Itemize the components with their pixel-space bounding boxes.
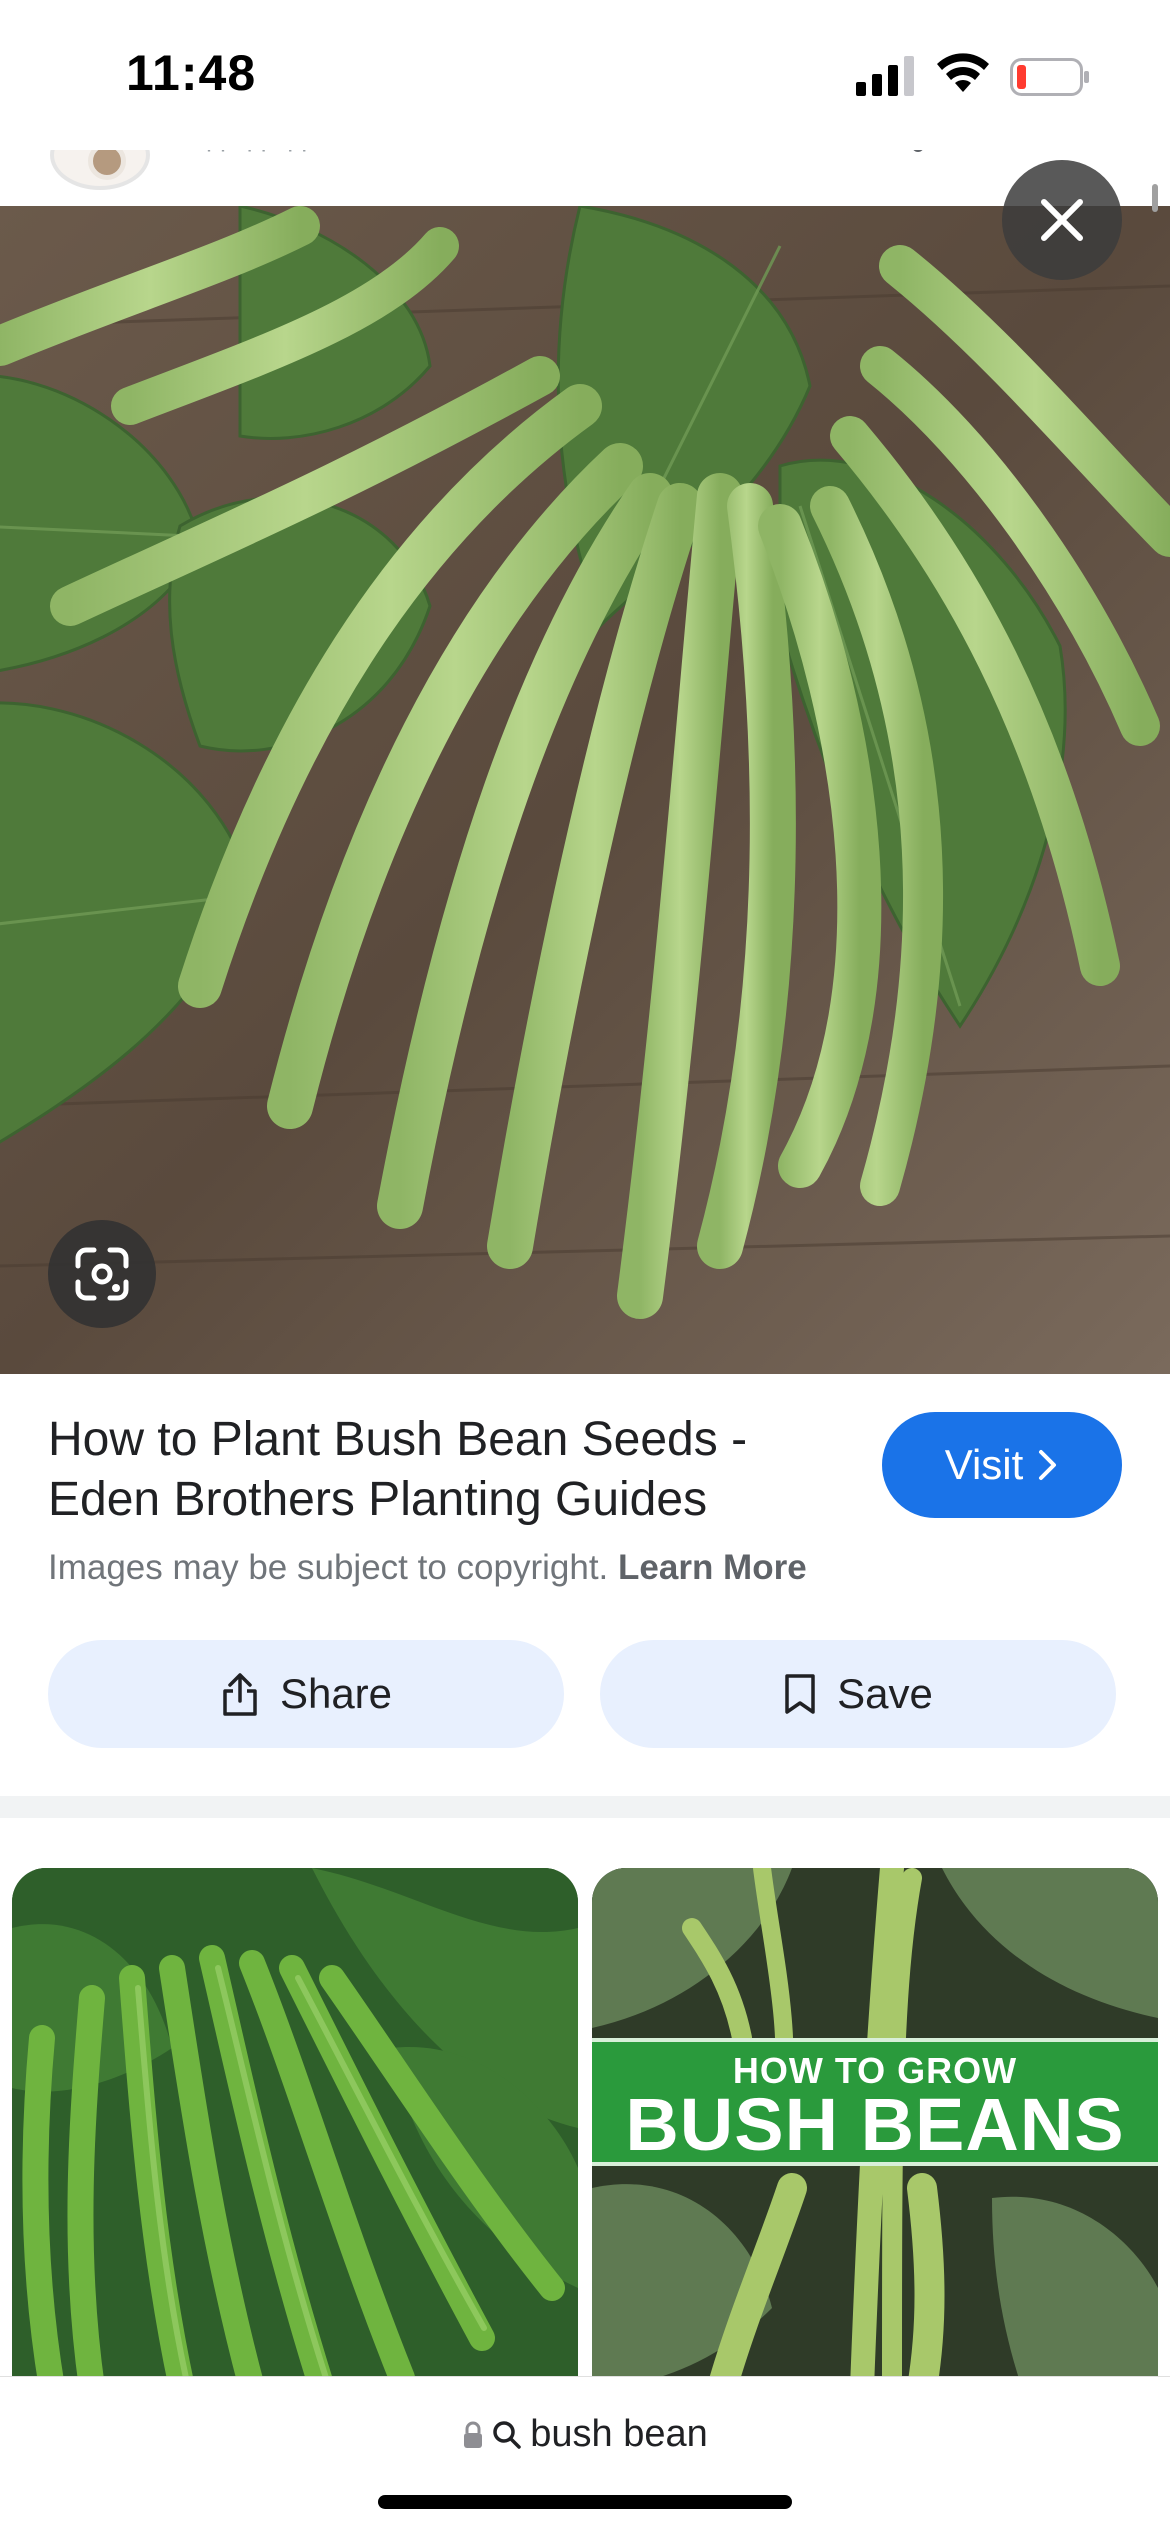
bottom-url-bar[interactable]: bush bean [0,2376,1170,2532]
result-title[interactable]: How to Plant Bush Bean Seeds - Eden Brot… [48,1410,848,1530]
related-image-how-to-grow[interactable]: HOW TO GROW BUSH BEANS [592,1868,1158,2388]
lock-icon [464,2421,483,2448]
status-time: 11:48 [126,45,257,101]
battery-low-icon [1010,58,1089,96]
hero-image[interactable] [0,206,1170,1374]
close-icon [1041,199,1083,241]
close-button[interactable] [1002,160,1122,280]
copyright-text: Images may be subject to copyright. [48,1548,609,1587]
how-to-grow-banner: HOW TO GROW BUSH BEANS [592,2038,1158,2166]
copyright-notice: Images may be subject to copyright. Lear… [48,1548,807,1588]
share-button[interactable]: Share [48,1640,564,1748]
green-beans-photo [12,1868,578,2388]
wifi-icon [937,53,989,92]
save-button[interactable]: Save [600,1640,1116,1748]
save-label: Save [837,1670,933,1717]
related-image-green-beans[interactable] [12,1868,578,2388]
visit-button[interactable]: Visit [882,1412,1122,1518]
url-display[interactable]: bush bean [0,2413,1170,2456]
bookmark-icon [785,1674,815,1714]
home-indicator[interactable] [378,2495,792,2509]
bean-photo [0,206,1170,1374]
share-icon [223,1673,257,1716]
google-lens-button[interactable] [48,1220,156,1328]
search-query: bush bean [530,2413,708,2455]
status-bar: 11:48 [0,0,1170,150]
section-divider [0,1796,1170,1818]
scrollbar-thumb[interactable] [1152,184,1158,212]
visit-label: Visit [944,1441,1024,1488]
banner-title: BUSH BEANS [625,2083,1125,2166]
chevron-right-icon [1039,1450,1057,1480]
page: 11:48 ·· ·· ·· [0,0,1170,2532]
result-title-line-1: How to Plant Bush Bean Seeds - [48,1413,748,1466]
learn-more-link[interactable]: Learn More [618,1548,807,1587]
signal-icon [856,56,914,96]
result-title-line-2: Eden Brothers Planting Guides [48,1473,708,1526]
share-label: Share [279,1670,393,1717]
search-icon [493,2420,521,2449]
google-lens-icon [75,1247,129,1301]
